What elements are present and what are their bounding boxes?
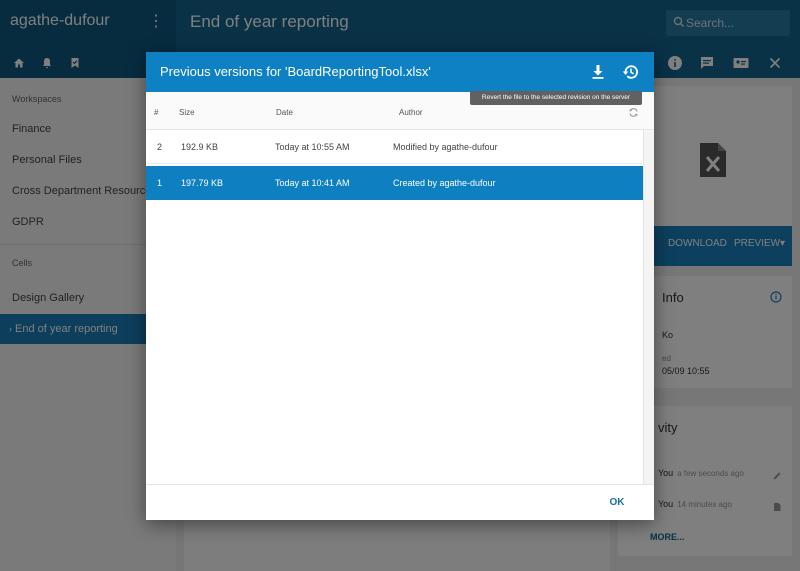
download-icon[interactable] [588,62,608,82]
revert-history-icon[interactable] [621,62,641,82]
row-size: 197.79 KB [181,178,224,188]
column-number[interactable]: # [154,108,158,117]
row-date: Today at 10:41 AM [275,178,350,188]
row-number: 2 [157,142,163,152]
footer-divider [146,484,654,485]
dialog-title: Previous versions for 'BoardReportingToo… [160,64,431,79]
table-row-selected[interactable]: 1 197.79 KB Today at 10:41 AM Created by… [146,166,643,200]
row-author: Created by agathe-dufour [393,178,496,188]
refresh-icon[interactable] [628,105,639,117]
column-author[interactable]: Author [399,108,423,117]
row-number: 1 [157,178,163,188]
revert-tooltip: Revert the file to the selected revision… [470,91,642,105]
column-size[interactable]: Size [179,108,195,117]
ok-button[interactable]: OK [598,494,636,512]
dialog-header: Previous versions for 'BoardReportingToo… [146,52,654,92]
table-row[interactable]: 2 192.9 KB Today at 10:55 AM Modified by… [146,130,643,164]
column-date[interactable]: Date [276,108,293,117]
versions-dialog: Previous versions for 'BoardReportingToo… [146,52,654,520]
vertical-scrollbar[interactable] [643,130,654,484]
row-size: 192.9 KB [181,142,219,152]
row-date: Today at 10:55 AM [275,142,350,152]
row-author: Modified by agathe-dufour [393,142,498,152]
